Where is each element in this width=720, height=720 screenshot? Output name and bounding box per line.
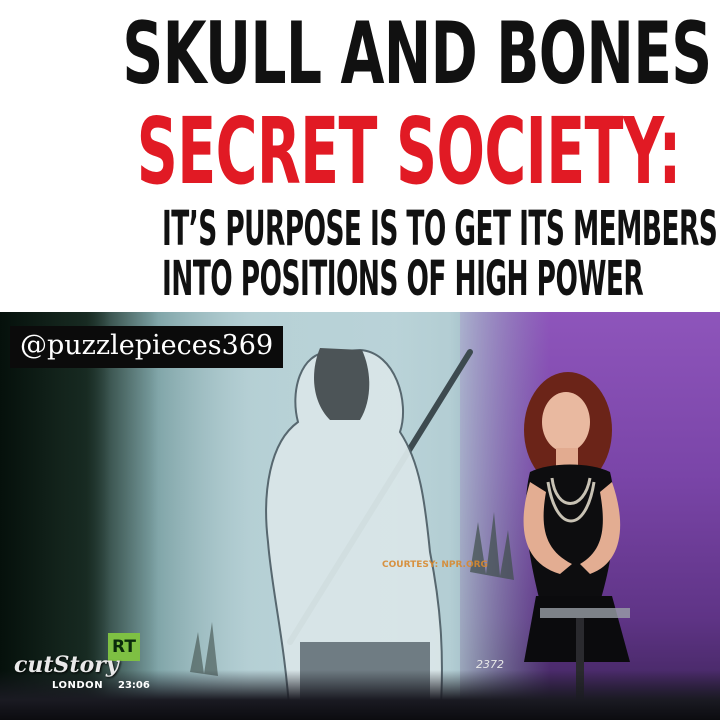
headline-line-2: SECRET SOCIETY: <box>136 98 682 205</box>
headline: SKULL AND BONES SECRET SOCIETY: IT’S PUR… <box>0 0 720 312</box>
headline-line-1: SKULL AND BONES <box>122 4 712 104</box>
headline-line-4: INTO POSITIONS OF HIGH POWER <box>162 251 644 307</box>
headline-line-3: IT’S PURPOSE IS TO GET ITS MEMBERS <box>162 201 718 257</box>
show-logo: cutStory <box>14 652 119 678</box>
photo-credit: COURTESY: NPR.ORG <box>382 560 488 570</box>
location-label: LONDON <box>52 680 104 691</box>
stool <box>540 608 630 618</box>
watermark-handle: @puzzlepieces369 <box>10 326 284 368</box>
ticker-number: 2372 <box>476 658 504 671</box>
anchor-face <box>542 392 590 452</box>
time-label: 23:06 <box>118 680 150 691</box>
